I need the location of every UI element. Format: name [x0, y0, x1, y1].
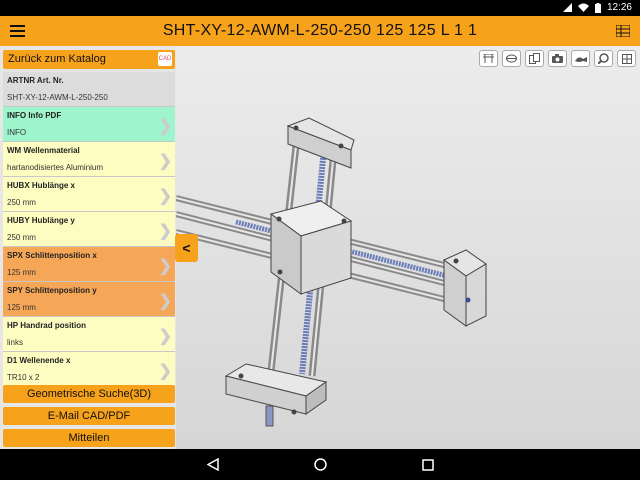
chevron-right-icon: ❯ — [158, 153, 172, 170]
collapse-sidebar-button[interactable]: < — [175, 234, 198, 262]
chevron-right-icon: ❯ — [158, 188, 172, 205]
cad-logo-icon: CAD — [158, 52, 172, 66]
param-value: SHT-XY-12-AWM-L-250-250 — [7, 93, 108, 102]
wifi-icon — [577, 3, 589, 12]
hamburger-menu-icon[interactable] — [0, 16, 34, 46]
android-nav-bar — [0, 449, 640, 480]
share-button[interactable]: Mitteilen — [3, 429, 175, 447]
param-value: TR10 x 2 — [7, 373, 40, 382]
param-hp[interactable]: HP Handrad position links ❯ — [3, 317, 175, 352]
param-label: HUBX Hublänge x — [7, 181, 76, 190]
param-wm[interactable]: WM Wellenmaterial hartanodisiertes Alumi… — [3, 142, 175, 177]
chevron-right-icon: ❯ — [158, 223, 172, 240]
status-bar: 12:26 — [0, 0, 640, 16]
param-value: 250 mm — [7, 198, 36, 207]
param-label: WM Wellenmaterial — [7, 146, 80, 155]
param-value: 250 mm — [7, 233, 36, 242]
chevron-right-icon: ❯ — [158, 293, 172, 310]
param-info[interactable]: INFO Info PDF INFO ❯ — [3, 107, 175, 142]
param-value: 125 mm — [7, 303, 36, 312]
param-value: 125 mm — [7, 268, 36, 277]
param-label: D1 Wellenende x — [7, 356, 71, 365]
param-hubx[interactable]: HUBX Hublänge x 250 mm ❯ — [3, 177, 175, 212]
view-toggle-icon[interactable] — [606, 16, 640, 46]
home-nav-icon[interactable] — [313, 458, 327, 471]
param-artnr[interactable]: ARTNR Art. Nr. SHT-XY-12-AWM-L-250-250 — [3, 72, 175, 107]
app-bar: SHT-XY-12-AWM-L-250-250 125 125 L 1 1 — [0, 16, 640, 46]
signal-icon — [562, 3, 572, 12]
param-label: ARTNR Art. Nr. — [7, 76, 64, 85]
chevron-right-icon: ❯ — [158, 363, 172, 380]
3d-model — [176, 117, 487, 427]
page-title: SHT-XY-12-AWM-L-250-250 125 125 L 1 1 — [162, 22, 478, 39]
param-label: HP Handrad position — [7, 321, 86, 330]
chevron-right-icon: ❯ — [158, 328, 172, 345]
carriage-block — [269, 200, 353, 295]
chevron-right-icon: ❯ — [158, 118, 172, 135]
param-spy[interactable]: SPY Schlittenposition y 125 mm ❯ — [3, 282, 175, 317]
param-spx[interactable]: SPX Schlittenposition x 125 mm ❯ — [3, 247, 175, 282]
param-d1[interactable]: D1 Wellenende x TR10 x 2 ❯ — [3, 352, 175, 387]
chevron-right-icon: ❯ — [158, 258, 172, 275]
param-label: SPX Schlittenposition x — [7, 251, 97, 260]
parameter-sidebar: Zurück zum Katalog CAD ARTNR Art. Nr. SH… — [0, 46, 176, 449]
back-nav-icon[interactable] — [206, 458, 219, 471]
3d-viewport[interactable] — [176, 46, 640, 449]
recents-nav-icon[interactable] — [421, 458, 434, 471]
email-cad-button[interactable]: E-Mail CAD/PDF — [3, 407, 175, 425]
back-to-catalog-label: Zurück zum Katalog — [8, 53, 106, 65]
status-time: 12:26 — [606, 2, 632, 13]
param-label: HUBY Hublänge y — [7, 216, 75, 225]
param-label: INFO Info PDF — [7, 111, 62, 120]
param-value: hartanodisiertes Aluminium — [7, 163, 104, 172]
geometric-search-button[interactable]: Geometrische Suche(3D) — [3, 385, 175, 403]
battery-icon — [594, 2, 601, 13]
back-to-catalog-button[interactable]: Zurück zum Katalog CAD — [3, 50, 175, 69]
param-huby[interactable]: HUBY Hublänge y 250 mm ❯ — [3, 212, 175, 247]
param-value: links — [7, 338, 24, 347]
right-end-block — [443, 249, 487, 327]
param-label: SPY Schlittenposition y — [7, 286, 97, 295]
param-value: INFO — [7, 128, 27, 137]
parameter-list: ARTNR Art. Nr. SHT-XY-12-AWM-L-250-250 I… — [3, 72, 175, 387]
